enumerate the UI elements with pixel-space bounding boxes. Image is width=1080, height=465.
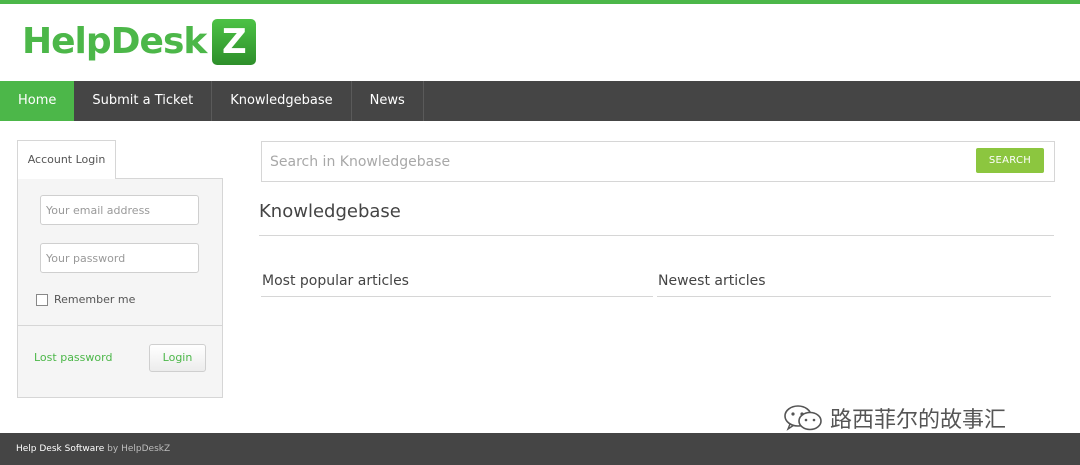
main-navigation: Home Submit a Ticket Knowledgebase News	[0, 81, 1080, 121]
password-field[interactable]	[40, 243, 199, 273]
most-popular-divider	[261, 296, 653, 297]
remember-me-checkbox[interactable]	[36, 293, 48, 306]
watermark: 路西菲尔的故事汇	[782, 402, 1006, 434]
footer-by: by	[107, 444, 119, 454]
footer-brand[interactable]: HelpDeskZ	[121, 444, 170, 454]
login-panel: Remember me Lost password Login	[17, 178, 223, 398]
top-accent-bar	[0, 0, 1080, 4]
lost-password-link[interactable]: Lost password	[34, 351, 112, 364]
nav-news[interactable]: News	[352, 81, 424, 121]
login-button[interactable]: Login	[149, 344, 206, 372]
footer-product[interactable]: Help Desk Software	[16, 444, 104, 454]
search-bar: SEARCH	[261, 141, 1055, 182]
search-button[interactable]: SEARCH	[976, 148, 1044, 173]
nav-knowledgebase[interactable]: Knowledgebase	[212, 81, 352, 121]
remember-me-label: Remember me	[54, 293, 136, 306]
logo-z-badge: Z	[212, 19, 257, 65]
most-popular-heading: Most popular articles	[262, 273, 409, 289]
wechat-icon	[784, 405, 822, 431]
page-title: Knowledgebase	[259, 201, 401, 222]
site-logo[interactable]: HelpDesk Z	[22, 18, 257, 66]
newest-heading: Newest articles	[658, 273, 766, 289]
logo-text: HelpDesk	[22, 21, 207, 62]
search-input[interactable]	[270, 148, 960, 176]
watermark-text: 路西菲尔的故事汇	[830, 408, 1007, 433]
newest-divider	[657, 296, 1051, 297]
nav-submit-ticket[interactable]: Submit a Ticket	[74, 81, 213, 121]
footer: Help Desk Software by HelpDeskZ	[0, 433, 1080, 465]
nav-home[interactable]: Home	[0, 81, 75, 121]
account-login-tab[interactable]: Account Login	[17, 140, 116, 179]
remember-me-row[interactable]: Remember me	[36, 293, 135, 306]
panel-divider	[18, 325, 222, 326]
email-field[interactable]	[40, 195, 199, 225]
title-divider	[259, 235, 1054, 236]
